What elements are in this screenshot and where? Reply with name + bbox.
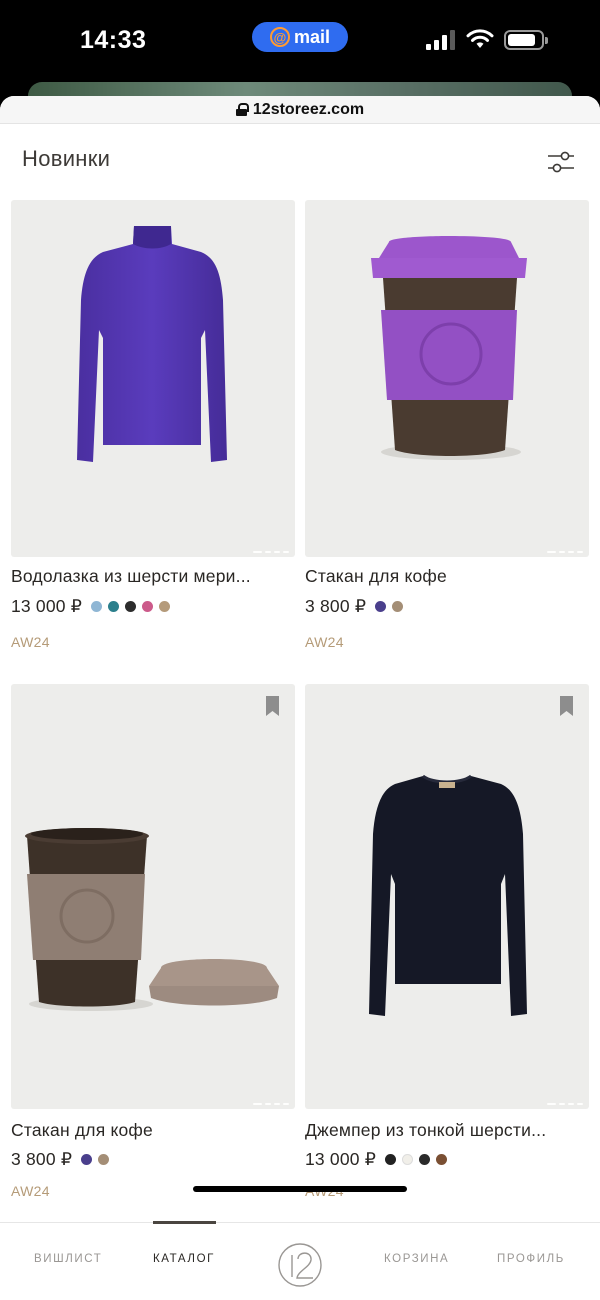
mail-at-icon: @ bbox=[269, 27, 290, 47]
page-header: Новинки bbox=[0, 124, 600, 198]
color-swatches bbox=[81, 1154, 110, 1165]
image-pager bbox=[253, 1103, 289, 1105]
lock-icon bbox=[235, 103, 249, 116]
color-swatch[interactable] bbox=[108, 601, 120, 612]
product-image[interactable] bbox=[305, 200, 589, 557]
color-swatch[interactable] bbox=[98, 1154, 110, 1165]
browser-sheet: 12storeez.com Новинки Водолазка из шерст… bbox=[0, 96, 600, 1300]
bottom-nav: ВИШЛИСТ КАТАЛОГ КОРЗИНА ПРОФИЛЬ bbox=[0, 1221, 600, 1300]
image-pager bbox=[547, 1103, 583, 1105]
wifi-icon bbox=[466, 29, 494, 48]
image-pager bbox=[547, 551, 583, 553]
product-name[interactable]: Стакан для кофе bbox=[305, 566, 447, 587]
home-indicator[interactable] bbox=[193, 1186, 407, 1192]
price-row: 13 000 ₽ bbox=[11, 596, 171, 617]
color-swatch[interactable] bbox=[159, 601, 171, 612]
product-name[interactable]: Водолазка из шерсти мери... bbox=[11, 566, 251, 587]
url-text: 12storeez.com bbox=[252, 100, 365, 118]
color-swatches bbox=[375, 601, 404, 612]
nav-profile[interactable]: ПРОФИЛЬ bbox=[497, 1253, 565, 1265]
season-label: AW24 bbox=[11, 634, 50, 650]
color-swatch[interactable] bbox=[419, 1154, 431, 1165]
season-label: AW24 bbox=[11, 1183, 50, 1199]
color-swatch[interactable] bbox=[81, 1154, 93, 1165]
color-swatches bbox=[385, 1154, 448, 1165]
color-swatch[interactable] bbox=[385, 1154, 397, 1165]
season-label: AW24 bbox=[305, 634, 344, 650]
page-title: Новинки bbox=[22, 146, 111, 171]
product-image[interactable] bbox=[11, 200, 295, 557]
cellular-signal-icon bbox=[426, 30, 458, 50]
color-swatch[interactable] bbox=[91, 601, 103, 612]
nav-cart[interactable]: КОРЗИНА bbox=[384, 1253, 449, 1265]
product-price: 13 000 ₽ bbox=[305, 1149, 377, 1169]
color-swatch[interactable] bbox=[402, 1154, 414, 1165]
product-price: 13 000 ₽ bbox=[11, 596, 83, 616]
price-row: 3 800 ₽ bbox=[305, 596, 404, 617]
product-image[interactable] bbox=[305, 684, 589, 1109]
product-name[interactable]: Стакан для кофе bbox=[11, 1120, 153, 1141]
color-swatch[interactable] bbox=[436, 1154, 448, 1165]
price-row: 13 000 ₽ bbox=[305, 1149, 448, 1170]
product-image[interactable] bbox=[11, 684, 295, 1109]
jumper-image bbox=[369, 774, 527, 1016]
battery-icon bbox=[504, 30, 548, 50]
nav-catalog[interactable]: КАТАЛОГ bbox=[153, 1253, 215, 1265]
color-swatches bbox=[91, 601, 171, 612]
filter-sliders-icon[interactable] bbox=[546, 148, 576, 176]
url-bar[interactable]: 12storeez.com bbox=[0, 96, 600, 124]
coffee-cup-image bbox=[371, 236, 527, 460]
turtleneck-image bbox=[77, 226, 227, 462]
mail-label: mail bbox=[293, 26, 331, 47]
nav-wishlist[interactable]: ВИШЛИСТ bbox=[34, 1253, 102, 1265]
color-swatch[interactable] bbox=[142, 601, 154, 612]
color-swatch[interactable] bbox=[392, 601, 404, 612]
color-swatch[interactable] bbox=[375, 601, 387, 612]
status-time: 14:33 bbox=[80, 26, 147, 54]
status-bar: 14:33 @ mail bbox=[0, 0, 600, 84]
coffee-cup-with-lid-image bbox=[25, 828, 279, 1011]
12storeez-logo-icon[interactable] bbox=[276, 1241, 324, 1289]
product-name[interactable]: Джемпер из тонкой шерсти... bbox=[305, 1120, 546, 1141]
price-row: 3 800 ₽ bbox=[11, 1149, 110, 1170]
product-price: 3 800 ₽ bbox=[11, 1149, 73, 1169]
color-swatch[interactable] bbox=[125, 601, 137, 612]
product-price: 3 800 ₽ bbox=[305, 596, 367, 616]
mail-app-indicator[interactable]: @ mail bbox=[252, 22, 348, 52]
image-pager bbox=[253, 551, 289, 553]
active-tab-indicator bbox=[153, 1221, 216, 1224]
